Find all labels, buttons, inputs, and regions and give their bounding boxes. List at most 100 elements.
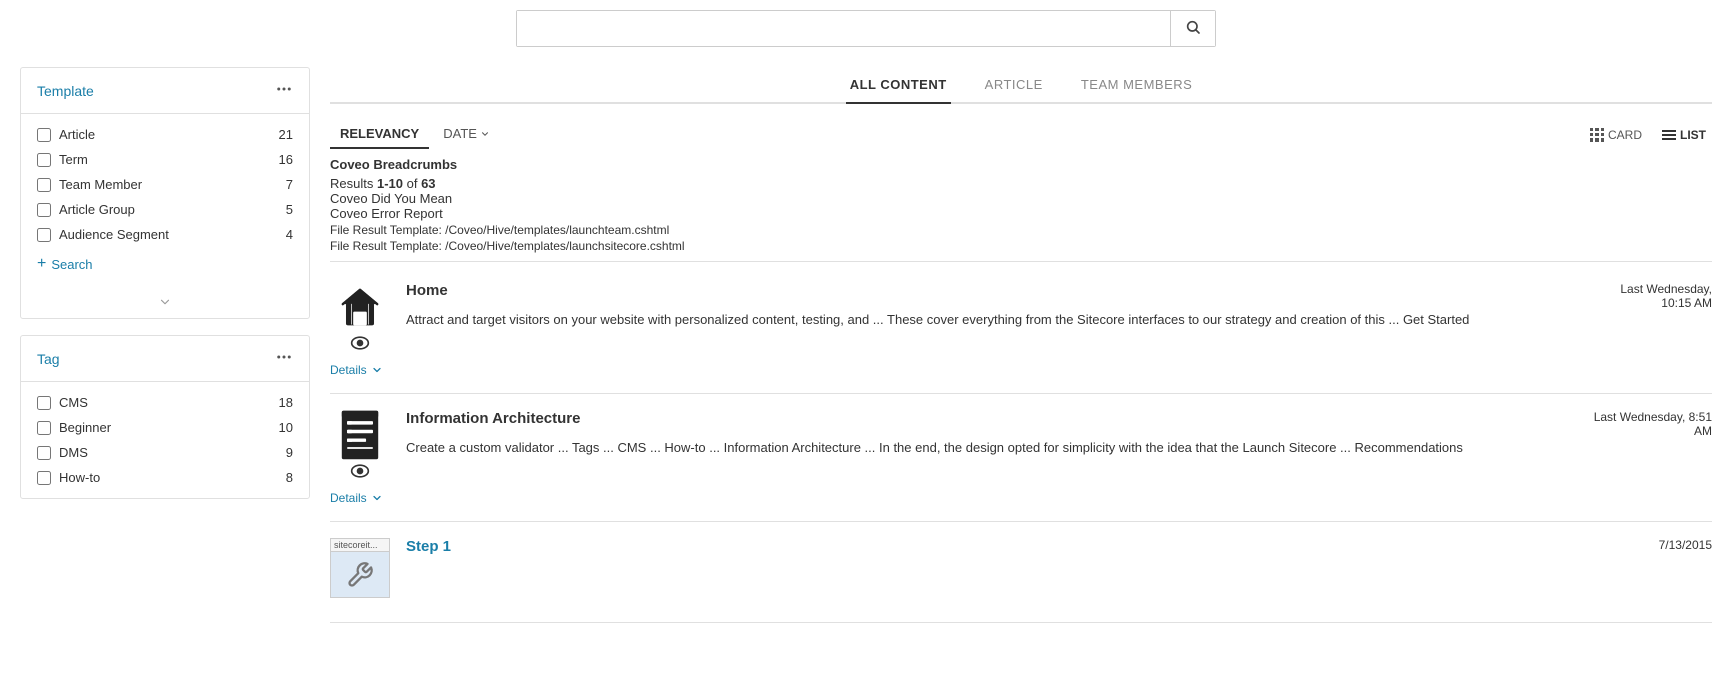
template-search-label: Search	[51, 257, 92, 272]
template-count-audience-segment: 4	[286, 227, 293, 242]
template-checkbox-article-group[interactable]	[37, 203, 51, 217]
result-date-step1: 7/13/2015	[1592, 538, 1712, 552]
card-view-button[interactable]: CARD	[1584, 124, 1648, 146]
tab-team-members[interactable]: TEAM MEMBERS	[1077, 67, 1196, 104]
tag-facet-item-beginner: Beginner 10	[21, 415, 309, 440]
template-checkbox-article[interactable]	[37, 128, 51, 142]
template-label-term: Term	[59, 152, 88, 167]
result-title-row-info-arch: Information Architecture Last Wednesday,…	[406, 410, 1712, 438]
result-header-info-arch: Information Architecture Last Wednesday,…	[330, 410, 1712, 483]
tag-checkbox-how-to[interactable]	[37, 471, 51, 485]
tag-count-dms: 9	[286, 445, 293, 460]
sort-relevancy-button[interactable]: RELEVANCY	[330, 120, 429, 149]
chevron-down-icon	[158, 295, 172, 309]
result-snippet-info-arch: Create a custom validator ... Tags ... C…	[406, 438, 1712, 458]
tag-facet-item-how-to: How-to 8	[21, 465, 309, 490]
tag-count-beginner: 10	[279, 420, 293, 435]
results-count: Results 1-10 of 63	[330, 176, 1712, 191]
template-checkbox-team-member[interactable]	[37, 178, 51, 192]
template-facet-items: Article 21 Term 16 Team Member	[21, 114, 309, 289]
sort-options: RELEVANCY DATE	[330, 120, 500, 149]
top-search-wrap	[516, 10, 1216, 47]
thumbnail-body-step1	[331, 552, 389, 597]
list-view-label: LIST	[1680, 128, 1706, 142]
card-view-label: CARD	[1608, 128, 1642, 142]
tag-count-how-to: 8	[286, 470, 293, 485]
template-count-article: 21	[279, 127, 293, 142]
tag-facet-title: Tag	[37, 351, 60, 367]
breadcrumb-title: Coveo Breadcrumbs	[330, 157, 1712, 172]
eye-icon-home	[350, 336, 370, 355]
tag-facet-more-button[interactable]	[275, 348, 293, 369]
list-view-button[interactable]: LIST	[1656, 124, 1712, 146]
result-date-home: Last Wednesday, 10:15 AM	[1592, 282, 1712, 310]
tag-label-dms: DMS	[59, 445, 88, 460]
details-link-home[interactable]: Details	[330, 363, 367, 377]
tab-article[interactable]: ARTICLE	[981, 67, 1047, 104]
sort-view-bar: RELEVANCY DATE CARD	[330, 120, 1712, 149]
file-result-2: File Result Template: /Coveo/Hive/templa…	[330, 239, 1712, 253]
template-facet-header: Template	[21, 68, 309, 114]
file-result-1: File Result Template: /Coveo/Hive/templa…	[330, 223, 1712, 237]
list-icon	[1662, 128, 1676, 142]
tag-facet: Tag CMS 18	[20, 335, 310, 499]
result-item-home: Home Last Wednesday, 10:15 AM Attract an…	[330, 266, 1712, 394]
template-label-team-member: Team Member	[59, 177, 142, 192]
tag-facet-item-dms: DMS 9	[21, 440, 309, 465]
template-search-link[interactable]: + Search	[21, 247, 309, 281]
template-label-article-group: Article Group	[59, 202, 135, 217]
thumbnail-label-step1: sitecoreit...	[331, 539, 389, 552]
sort-date-label: DATE	[443, 126, 477, 141]
result-date-info-arch: Last Wednesday, 8:51 AM	[1592, 410, 1712, 438]
template-facet-collapse[interactable]	[21, 289, 309, 318]
result-main-home: Home Last Wednesday, 10:15 AM Attract an…	[406, 282, 1712, 330]
result-item-step1: sitecoreit... Step 1 7/13/2015	[330, 522, 1712, 623]
home-icon	[335, 282, 385, 332]
error-report: Coveo Error Report	[330, 206, 1712, 221]
results-of: of	[403, 176, 421, 191]
result-item-info-arch: Information Architecture Last Wednesday,…	[330, 394, 1712, 522]
template-facet-item-term: Term 16	[21, 147, 309, 172]
template-label-article: Article	[59, 127, 95, 142]
view-toggle: CARD LIST	[1584, 124, 1712, 146]
template-checkbox-audience-segment[interactable]	[37, 228, 51, 242]
result-main-info-arch: Information Architecture Last Wednesday,…	[406, 410, 1712, 458]
template-facet-item-audience-segment: Audience Segment 4	[21, 222, 309, 247]
result-icon-wrap-info-arch	[330, 410, 390, 483]
results-text: Results	[330, 176, 377, 191]
result-title-info-arch[interactable]: Information Architecture	[406, 410, 580, 427]
ellipsis-icon	[275, 80, 293, 98]
result-title-row-step1: Step 1 7/13/2015	[406, 538, 1712, 561]
template-facet-item-team-member: Team Member 7	[21, 172, 309, 197]
details-link-info-arch[interactable]: Details	[330, 491, 367, 505]
result-title-step1[interactable]: Step 1	[406, 538, 451, 555]
template-label-audience-segment: Audience Segment	[59, 227, 169, 242]
template-facet-title: Template	[37, 83, 94, 99]
top-search-input[interactable]	[517, 11, 1170, 46]
wrench-icon	[346, 561, 374, 589]
eye-icon-info-arch	[350, 464, 370, 483]
did-you-mean: Coveo Did You Mean	[330, 191, 1712, 206]
content-tabs: ALL CONTENT ARTICLE TEAM MEMBERS	[330, 67, 1712, 104]
tag-label-beginner: Beginner	[59, 420, 111, 435]
tag-checkbox-beginner[interactable]	[37, 421, 51, 435]
sort-date-button[interactable]: DATE	[433, 120, 500, 149]
tab-all-content[interactable]: ALL CONTENT	[846, 67, 951, 104]
template-facet-more-button[interactable]	[275, 80, 293, 101]
tag-facet-items: CMS 18 Beginner 10 DMS	[21, 382, 309, 498]
template-count-article-group: 5	[286, 202, 293, 217]
search-icon	[1185, 19, 1201, 35]
result-title-home[interactable]: Home	[406, 282, 448, 299]
template-checkbox-term[interactable]	[37, 153, 51, 167]
sidebar: Template Article 21	[20, 67, 310, 623]
ellipsis-icon	[275, 348, 293, 366]
chevron-down-icon-info-arch	[371, 492, 383, 504]
result-icon-wrap-home	[330, 282, 390, 355]
result-main-step1: Step 1 7/13/2015	[406, 538, 1712, 561]
breadcrumbs-section: Coveo Breadcrumbs Results 1-10 of 63 Cov…	[330, 157, 1712, 262]
tag-checkbox-cms[interactable]	[37, 396, 51, 410]
tag-label-how-to: How-to	[59, 470, 100, 485]
tag-facet-item-cms: CMS 18	[21, 390, 309, 415]
top-search-button[interactable]	[1170, 11, 1215, 46]
tag-checkbox-dms[interactable]	[37, 446, 51, 460]
